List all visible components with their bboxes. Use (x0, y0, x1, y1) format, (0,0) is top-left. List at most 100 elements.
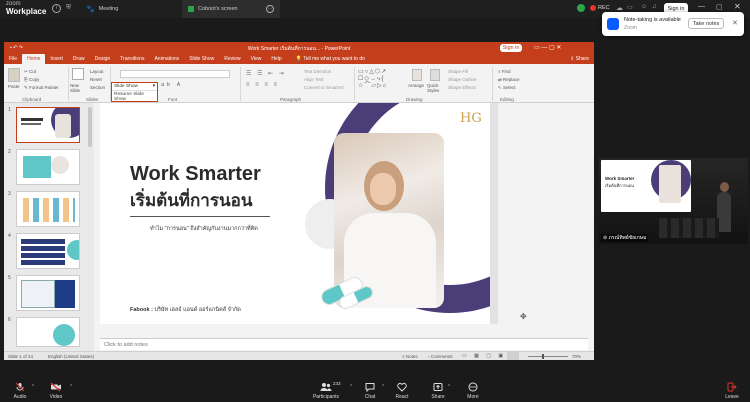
slide-show-dropdown[interactable]: Slide Show ▾ Resume Slide Show (111, 82, 158, 102)
ppt-menu-bar: File Home Insert Draw Design Transitions… (4, 54, 594, 64)
participant-video[interactable]: Work Smarter เริ่มต้นที่การนอน ⊘ ภรณ์ทิพ… (599, 158, 748, 244)
zoom-notes-icon (607, 18, 619, 30)
section-button[interactable]: Section (90, 85, 105, 90)
slide-title: Work Smarter (130, 163, 261, 185)
replace-button[interactable]: ⇄ Replace (498, 77, 520, 83)
reset-button[interactable]: Reset (90, 77, 102, 82)
video-options-chevron-icon[interactable]: ^ (70, 384, 72, 390)
ppt-ribbon: Paste ✂ Cut ⎘ Copy ✎ Format Painter Clip… (4, 64, 594, 103)
quick-styles-label[interactable]: Quick Styles (427, 83, 445, 93)
participants-icon (320, 383, 332, 391)
bell-icon[interactable]: ♫ (652, 4, 657, 10)
find-button[interactable]: ⌕ Find (498, 69, 511, 74)
slide-thumbnail-6[interactable] (16, 317, 80, 347)
cloud-icon[interactable]: ☁ (616, 4, 623, 12)
paragraph-list-buttons[interactable]: ☰ ☰ ⇤ ⇥ (246, 70, 286, 77)
copy-button[interactable]: ⎘ Copy (24, 77, 39, 82)
notification-close-icon[interactable]: ✕ (732, 19, 738, 27)
title-underline (130, 216, 270, 217)
slide-thumbnail-3[interactable] (16, 191, 80, 227)
ppt-sign-in-button[interactable]: Sign in (500, 44, 522, 52)
ppt-window-controls-icon[interactable]: ▭ — ▢ ✕ (534, 44, 561, 51)
menu-home[interactable]: Home (22, 54, 46, 64)
share-screen-button[interactable]: Share (418, 382, 458, 400)
ribbon-separator (68, 67, 69, 101)
menu-transitions[interactable]: Transitions (115, 54, 149, 64)
select-button[interactable]: ↖ Select (498, 85, 516, 91)
format-painter-button[interactable]: ✎ Format Painter (24, 85, 59, 91)
arrange-icon[interactable] (412, 69, 422, 81)
maximize-icon[interactable]: ▢ (716, 3, 723, 11)
new-slide-label[interactable]: New Slide (70, 83, 86, 93)
menu-insert[interactable]: Insert (45, 54, 68, 64)
slide-thumbnail-4[interactable] (16, 233, 80, 269)
arrange-label[interactable]: Arrange (408, 83, 424, 88)
text-direction-button[interactable]: Text Direction (304, 69, 331, 74)
presenter-head (720, 182, 729, 192)
chevron-down-icon[interactable]: ▾ (153, 84, 155, 89)
audio-options-chevron-icon[interactable]: ^ (32, 384, 34, 390)
menu-review[interactable]: Review (219, 54, 245, 64)
shapes-gallery[interactable]: ▭○△⬡↗ ☐◇→⤷{☆⌒▱▷⌂ (358, 69, 404, 91)
layout-button[interactable]: Layout (90, 69, 104, 74)
react-button[interactable]: React (382, 382, 422, 400)
take-notes-button[interactable]: Take notes (688, 18, 724, 29)
slide-number: 2 (8, 149, 11, 155)
share-chevron-icon[interactable]: ^ (448, 384, 450, 390)
paragraph-align-buttons[interactable]: ≡ ≡ ≡ ≡ (246, 82, 279, 88)
paste-label[interactable]: Paste (8, 84, 20, 89)
more-options-icon[interactable]: ⋯ (266, 5, 274, 13)
menu-draw[interactable]: Draw (68, 54, 90, 64)
share-button[interactable]: ⇪ Share (565, 54, 594, 64)
zoom-level[interactable]: 70% (572, 354, 581, 359)
paste-icon[interactable] (8, 68, 20, 82)
view-buttons[interactable]: ▭ ▦ ▢ ▣ (462, 353, 506, 359)
menu-animations[interactable]: Animations (149, 54, 184, 64)
convert-smartart-button[interactable]: Convert to SmartArt (304, 85, 344, 90)
tell-me-search[interactable]: 💡 Tell me what you want to do (291, 54, 370, 64)
security-shield-icon[interactable] (577, 4, 585, 12)
resume-slide-show-option[interactable]: Resume Slide Show (112, 91, 157, 103)
tab-meeting-label: Meeting (98, 6, 119, 12)
notes-toggle[interactable]: ≡ Notes (402, 354, 418, 359)
slide-thumbnail-2[interactable] (16, 149, 80, 185)
leave-button[interactable]: Leave (712, 382, 750, 400)
font-family-select[interactable] (120, 70, 230, 78)
cut-button[interactable]: ✂ Cut (24, 69, 36, 75)
slide-vertical-scrollbar[interactable] (490, 103, 498, 324)
projector-screen: Work Smarter เริ่มต้นที่การนอน (601, 160, 691, 212)
shape-effects-button[interactable]: Shape Effects (448, 85, 476, 90)
align-text-button[interactable]: Align Text (304, 77, 323, 82)
minimize-icon[interactable]: — (698, 3, 705, 10)
slide-thumbnail-5[interactable] (16, 275, 80, 311)
language-status[interactable]: English (United States) (48, 354, 94, 359)
menu-view[interactable]: View (246, 54, 267, 64)
shape-fill-button[interactable]: Shape Fill (448, 69, 468, 74)
comments-toggle[interactable]: ▫ Comments (428, 354, 453, 359)
info-icon[interactable]: i (52, 4, 61, 13)
thumbnails-scrollbar[interactable] (88, 107, 92, 147)
menu-design[interactable]: Design (90, 54, 116, 64)
shield-icon[interactable]: ⛨ (66, 4, 71, 12)
screen-icon[interactable]: ▭ (627, 4, 633, 11)
tab-meeting[interactable]: 🐾 Meeting (80, 0, 180, 18)
normal-view-button[interactable] (507, 352, 519, 360)
slide-canvas[interactable]: HG Work Smarter เริ่มต้นที่การนอน ทำไม "… (100, 103, 490, 324)
slide-thumbnail-1[interactable] (16, 107, 80, 143)
zoom-slider[interactable] (528, 356, 568, 357)
more-button[interactable]: More (453, 382, 493, 400)
menu-help[interactable]: Help (266, 54, 286, 64)
ribbon-separator (354, 67, 355, 101)
slide-title-thai: เริ่มต้นที่การนอน (130, 191, 253, 210)
shape-outline-button[interactable]: Shape Outline (448, 77, 477, 82)
new-slide-icon[interactable] (72, 68, 84, 80)
menu-file[interactable]: File (4, 54, 22, 64)
person-icon[interactable]: ☺ (641, 4, 647, 10)
dropdown-value: Slide Show (114, 84, 138, 89)
quick-styles-icon[interactable] (430, 69, 440, 81)
tab-shared-screen[interactable]: Coboot's screen ⋯ (182, 0, 280, 18)
menu-slide-show[interactable]: Slide Show (184, 54, 219, 64)
zoom-slider-thumb[interactable] (542, 354, 544, 359)
close-icon[interactable]: ✕ (734, 2, 741, 11)
notes-pane[interactable]: Click to add notes (100, 338, 588, 350)
